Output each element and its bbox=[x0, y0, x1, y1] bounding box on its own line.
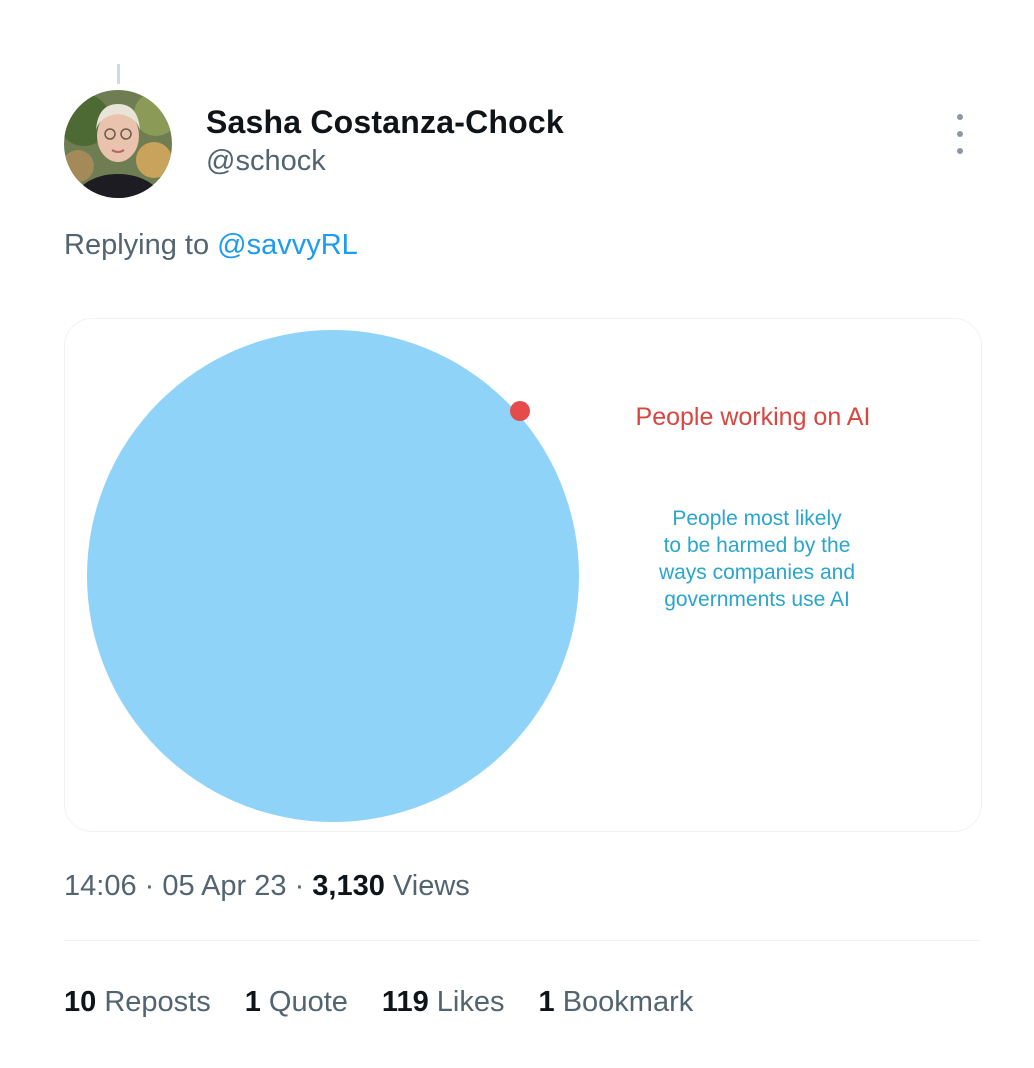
large-group-label-line: to be harmed by the bbox=[664, 534, 851, 557]
divider bbox=[64, 940, 980, 941]
reposts-count: 10 bbox=[64, 986, 97, 1018]
bookmarks-stat[interactable]: 1 Bookmark bbox=[538, 986, 693, 1019]
replying-to-label: Replying to bbox=[64, 229, 210, 261]
quotes-count: 1 bbox=[244, 986, 261, 1018]
quotes-stat[interactable]: 1 Quote bbox=[245, 986, 348, 1019]
more-options-icon[interactable] bbox=[944, 114, 976, 154]
author-name[interactable]: Sasha Costanza-Chock bbox=[206, 104, 564, 141]
big-circle bbox=[87, 330, 579, 822]
comparison-illustration: People working on AI People most likely t… bbox=[87, 330, 871, 822]
tweet-image[interactable]: People working on AI People most likely t… bbox=[64, 318, 982, 832]
author-handle[interactable]: @schock bbox=[206, 145, 326, 178]
bookmarks-count: 1 bbox=[538, 986, 555, 1018]
reposts-label: Reposts bbox=[104, 986, 211, 1018]
likes-count: 119 bbox=[381, 986, 429, 1018]
large-group-label: People most likely to be harmed by the way… bbox=[658, 507, 855, 611]
avatar[interactable] bbox=[64, 90, 172, 198]
likes-label: Likes bbox=[436, 986, 505, 1018]
views-label: Views bbox=[384, 870, 470, 902]
quotes-label: Quote bbox=[268, 986, 348, 1018]
meta-separator: · bbox=[286, 870, 313, 902]
large-group-label-line: ways companies and bbox=[658, 561, 855, 584]
large-group-label-line: governments use AI bbox=[664, 588, 850, 611]
thread-connector-line bbox=[117, 64, 120, 84]
tweet-date[interactable]: 05 Apr 23 bbox=[162, 870, 286, 902]
avatar-image bbox=[64, 90, 172, 198]
views-count: 3,130 bbox=[312, 870, 385, 902]
engagement-stats: 10 Reposts 1 Quote 119 Likes 1 Bookmark bbox=[64, 986, 693, 1019]
meta-separator: · bbox=[136, 870, 163, 902]
large-group-label-line: People most likely bbox=[672, 507, 842, 530]
reply-mention-link[interactable]: @savvyRL bbox=[217, 229, 358, 261]
small-dot bbox=[510, 401, 530, 421]
small-group-label: People working on AI bbox=[636, 403, 871, 431]
tweet-meta: 14:06 · 05 Apr 23 · 3,130 Views bbox=[64, 870, 470, 903]
bookmarks-label: Bookmark bbox=[562, 986, 694, 1018]
tweet-time[interactable]: 14:06 bbox=[64, 870, 137, 902]
reposts-stat[interactable]: 10 Reposts bbox=[64, 986, 211, 1019]
likes-stat[interactable]: 119 Likes bbox=[382, 986, 505, 1019]
replying-to: Replying to @savvyRL bbox=[64, 229, 358, 262]
